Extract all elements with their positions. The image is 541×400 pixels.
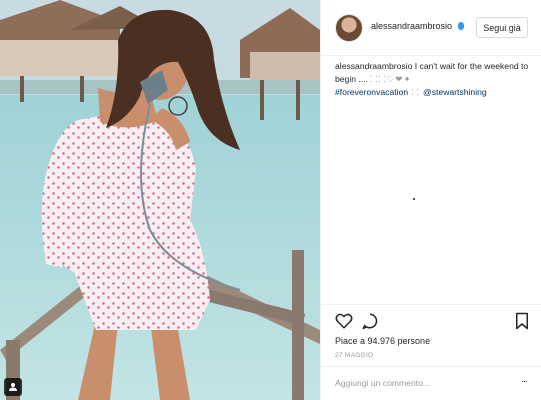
divider: [321, 366, 541, 367]
caption-emoji-2: ⸬: [408, 87, 423, 97]
header-username[interactable]: alessandraambrosio: [371, 21, 452, 31]
caption-mention[interactable]: @stewartshining: [423, 87, 487, 97]
verified-badge-icon: [458, 22, 464, 30]
caption-hashtag[interactable]: #foreveronvacation: [335, 87, 408, 97]
bookmark-icon[interactable]: [513, 312, 531, 330]
more-options-button[interactable]: ...: [517, 375, 531, 387]
post-image: [0, 0, 320, 400]
person-tag-icon[interactable]: [4, 378, 22, 396]
divider: [321, 304, 541, 305]
comment-icon[interactable]: [361, 312, 379, 330]
post-sidebar: alessandraambrosio Segui già alessandraa…: [320, 0, 541, 400]
action-bar: [335, 312, 531, 332]
post-header: alessandraambrosio Segui già: [321, 0, 541, 56]
heart-icon[interactable]: [335, 312, 353, 330]
likes-count[interactable]: Piace a 94.976 persone: [335, 336, 430, 346]
avatar[interactable]: [335, 14, 363, 42]
caption-emoji: ⸬⸬♡❤✦: [370, 74, 412, 84]
following-button[interactable]: Segui già: [476, 17, 528, 38]
post-photo[interactable]: [0, 0, 320, 400]
decorative-dot: [413, 198, 415, 200]
comment-input[interactable]: [335, 375, 505, 391]
post-caption: alessandraambrosio I can't wait for the …: [335, 60, 531, 99]
person-silhouette-icon: [9, 383, 17, 391]
caption-username[interactable]: alessandraambrosio: [335, 61, 412, 71]
post-date[interactable]: 27 MAGGIO: [335, 352, 373, 359]
